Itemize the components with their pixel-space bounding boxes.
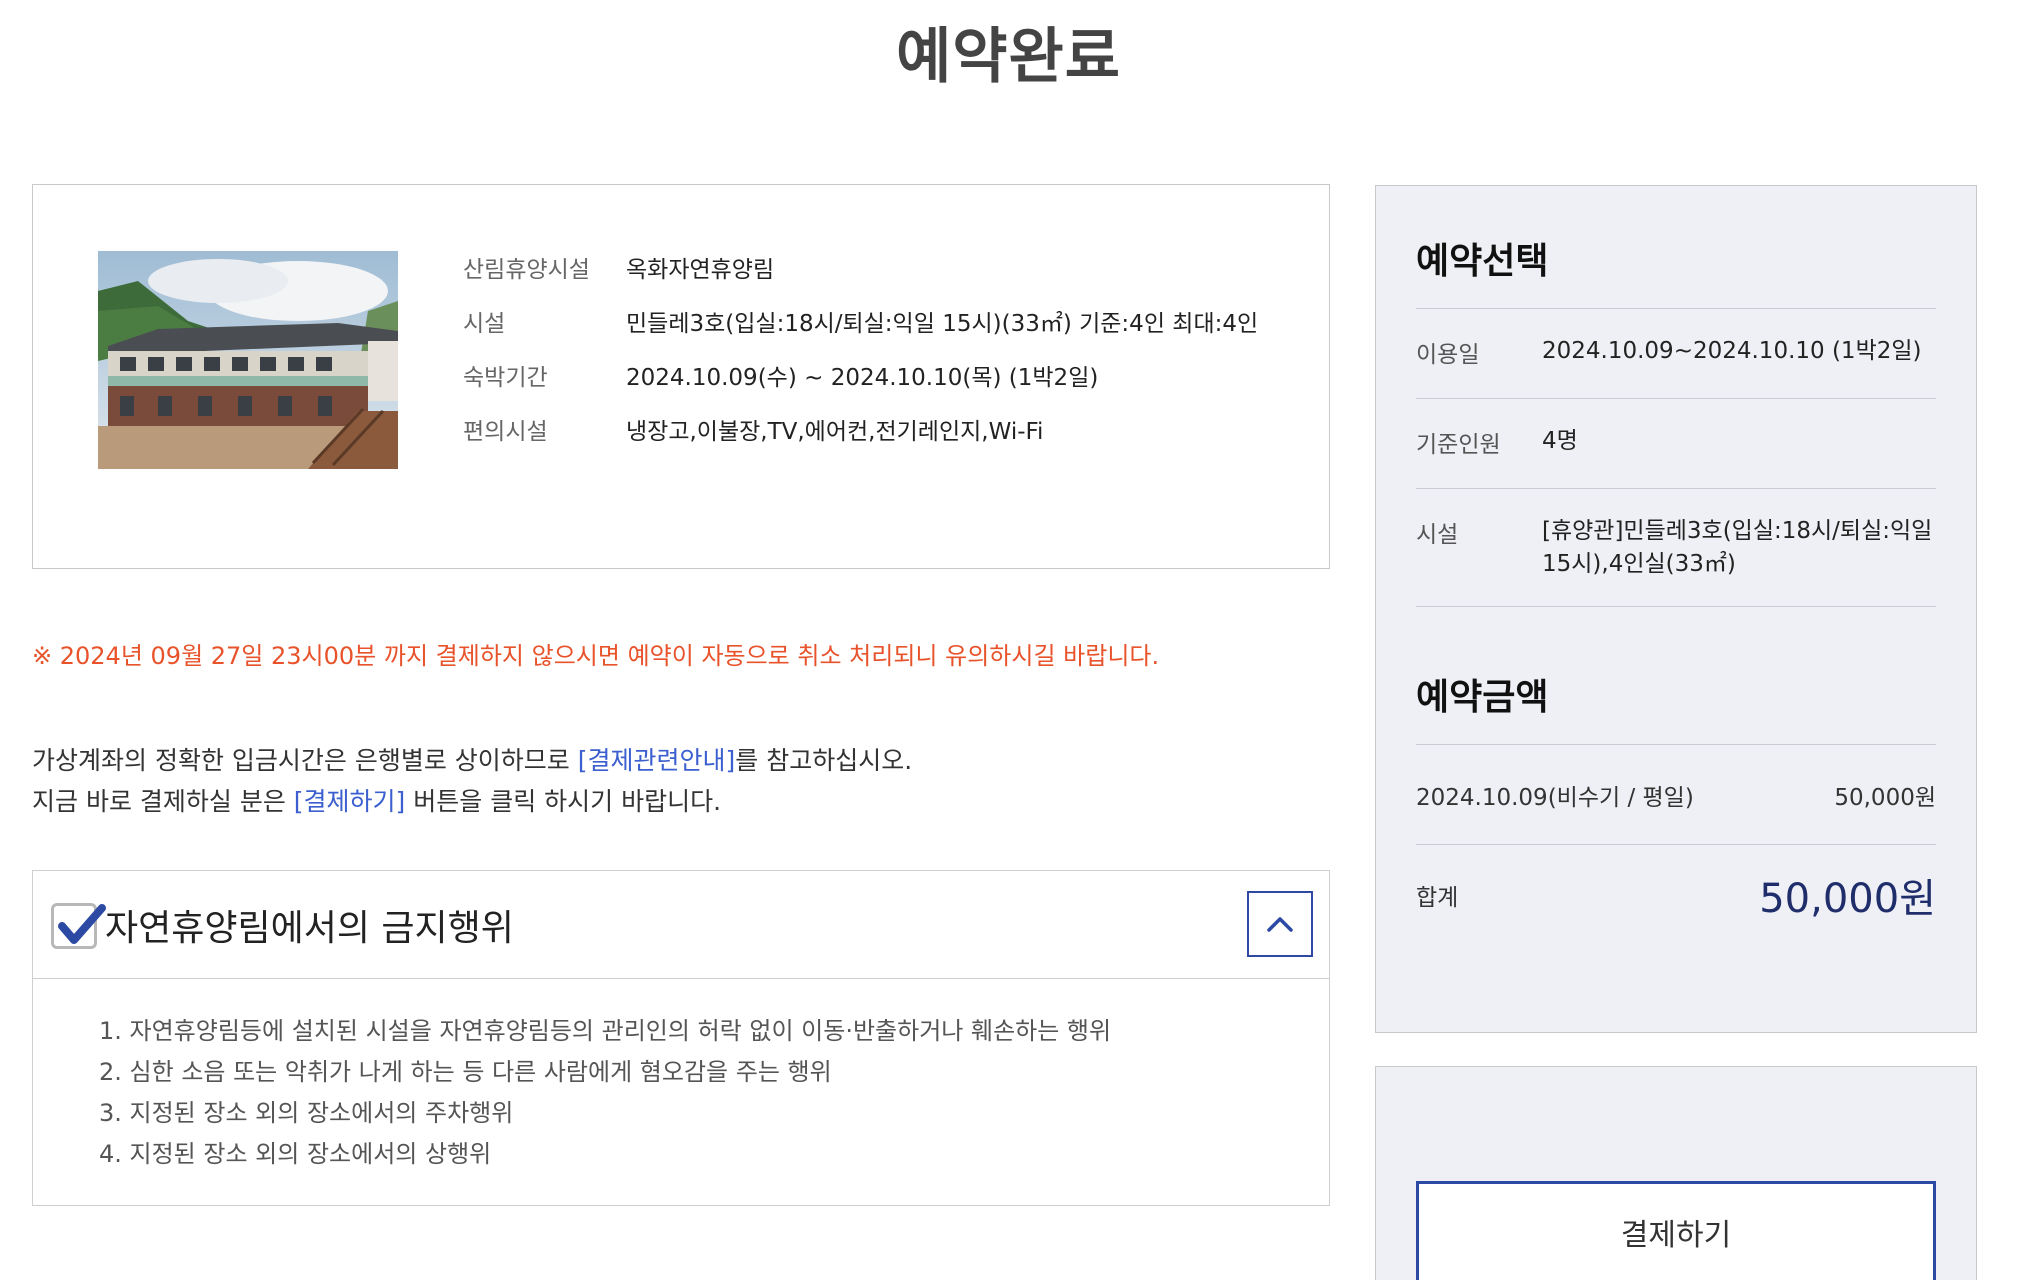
price-detail-row: 2024.10.09(비수기 / 평일) 50,000원 — [1416, 745, 1936, 845]
reservation-summary-rows: 이용일 2024.10.09~2024.10.10 (1박2일) 기준인원 4명… — [1416, 308, 1936, 607]
prohibited-acts-title: 자연휴양림에서의 금지행위 — [105, 908, 514, 949]
facility-photo — [98, 251, 398, 469]
summary-row-facility: 시설 [휴양관]민들레3호(입실:18시/퇴실:익일 15시),4인실(33㎡) — [1416, 489, 1936, 607]
price-total-row: 합계 50,000원 — [1416, 845, 1936, 945]
pay-button[interactable]: 결제하기 — [1416, 1181, 1936, 1280]
pay-panel: 결제하기 — [1375, 1066, 1977, 1280]
payment-guide: 가상계좌의 정확한 입금시간은 은행별로 상이하므로 [결제관련안내]를 참고하… — [32, 740, 912, 822]
facility-row-name: 산림휴양시설 옥화자연휴양림 — [463, 257, 775, 283]
summary-row-date: 이용일 2024.10.09~2024.10.10 (1박2일) — [1416, 309, 1936, 399]
facility-row-period: 숙박기간 2024.10.09(수) ~ 2024.10.10(목) (1박2일… — [463, 365, 1099, 391]
list-item: 1. 자연휴양림등에 설치된 시설을 자연휴양림등의 관리인의 허락 없이 이동… — [99, 1017, 1112, 1045]
collapse-button[interactable] — [1247, 891, 1313, 957]
guide-line-1: 가상계좌의 정확한 입금시간은 은행별로 상이하므로 [결제관련안내]를 참고하… — [32, 746, 913, 775]
guide-line-2: 지금 바로 결제하실 분은 [결제하기] 버튼을 클릭 하시기 바랍니다. — [32, 787, 722, 816]
facility-info: 산림휴양시설 옥화자연휴양림 시설 민들레3호(입실:18시/퇴실:익일 15시… — [463, 253, 1263, 469]
reservation-price-title: 예약금액 — [1416, 677, 1549, 718]
list-item: 2. 심한 소음 또는 악취가 나게 하는 등 다른 사람에게 혐오감을 주는 … — [99, 1058, 832, 1086]
payment-info-link[interactable]: [결제관련안내] — [578, 746, 736, 775]
summary-row-guests: 기준인원 4명 — [1416, 399, 1936, 489]
reservation-select-title: 예약선택 — [1416, 241, 1549, 282]
prohibited-acts-panel: 자연휴양림에서의 금지행위 1. 자연휴양림등에 설치된 시설을 자연휴양림등의… — [32, 870, 1330, 1206]
facility-row-amenities: 편의시설 냉장고,이불장,TV,에어컨,전기레인지,Wi-Fi — [463, 419, 1044, 445]
facility-card: 산림휴양시설 옥화자연휴양림 시설 민들레3호(입실:18시/퇴실:익일 15시… — [32, 184, 1330, 569]
price-rows: 2024.10.09(비수기 / 평일) 50,000원 합계 50,000원 — [1416, 744, 1936, 945]
reservation-summary-panel: 예약선택 이용일 2024.10.09~2024.10.10 (1박2일) 기준… — [1375, 185, 1977, 1033]
total-amount: 50,000원 — [1759, 876, 1936, 922]
chevron-up-icon — [1267, 917, 1293, 932]
prohibited-acts-list: 1. 자연휴양림등에 설치된 시설을 자연휴양림등의 관리인의 허락 없이 이동… — [99, 1011, 1111, 1175]
prohibited-acts-header: 자연휴양림에서의 금지행위 — [33, 871, 1329, 979]
list-item: 3. 지정된 장소 외의 장소에서의 주차행위 — [99, 1099, 514, 1127]
facility-row-room: 시설 민들레3호(입실:18시/퇴실:익일 15시)(33㎡) 기준:4인 최대… — [463, 311, 1259, 337]
list-item: 4. 지정된 장소 외의 장소에서의 상행위 — [99, 1140, 492, 1168]
page-title: 예약완료 — [896, 22, 1121, 92]
deadline-notice: ※ 2024년 09월 27일 23시00분 까지 결제하지 않으시면 예약이 … — [32, 642, 1160, 670]
pay-now-link[interactable]: [결제하기] — [294, 787, 406, 816]
checkbox-check-icon — [51, 903, 106, 949]
